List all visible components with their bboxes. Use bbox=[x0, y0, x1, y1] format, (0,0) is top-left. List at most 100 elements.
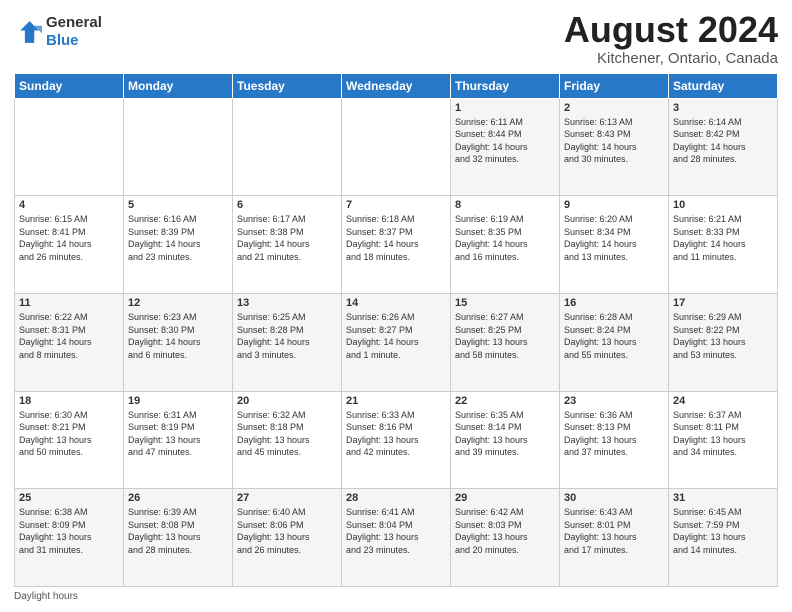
calendar-cell: 20Sunrise: 6:32 AMSunset: 8:18 PMDayligh… bbox=[233, 391, 342, 489]
day-info: Sunrise: 6:28 AMSunset: 8:24 PMDaylight:… bbox=[564, 311, 664, 361]
calendar-cell: 27 Sunrise: 6:40 AMSunset: 8:06 PMDayligh… bbox=[233, 489, 342, 587]
calendar-cell: 16Sunrise: 6:28 AMSunset: 8:24 PMDayligh… bbox=[560, 293, 669, 391]
calendar-cell: 9 Sunrise: 6:20 AMSunset: 8:34 PMDaylight… bbox=[560, 196, 669, 294]
calendar-cell bbox=[342, 98, 451, 196]
calendar-cell: 28 Sunrise: 6:41 AMSunset: 8:04 PMDayligh… bbox=[342, 489, 451, 587]
calendar-cell: 17 Sunrise: 6:29 AMSunset: 8:22 PMDayligh… bbox=[669, 293, 778, 391]
header-day: Wednesday bbox=[342, 73, 451, 98]
calendar-cell: 2Sunrise: 6:13 AMSunset: 8:43 PMDaylight… bbox=[560, 98, 669, 196]
day-number: 6 bbox=[237, 199, 337, 211]
header-day: Saturday bbox=[669, 73, 778, 98]
day-number: 13 bbox=[237, 297, 337, 309]
day-number: 30 bbox=[564, 492, 664, 504]
calendar-cell: 18 Sunrise: 6:30 AMSunset: 8:21 PMDayligh… bbox=[15, 391, 124, 489]
day-number: 28 bbox=[346, 492, 446, 504]
day-number: 4 bbox=[19, 199, 119, 211]
day-info: Sunrise: 6:37 AMSunset: 8:11 PMDaylight:… bbox=[673, 409, 773, 459]
day-number: 31 bbox=[673, 492, 773, 504]
calendar-cell bbox=[233, 98, 342, 196]
calendar-cell: 23Sunrise: 6:36 AMSunset: 8:13 PMDayligh… bbox=[560, 391, 669, 489]
day-info: Sunrise: 6:32 AMSunset: 8:18 PMDaylight:… bbox=[237, 409, 337, 459]
day-info: Sunrise: 6:20 AMSunset: 8:34 PMDaylight:… bbox=[564, 213, 664, 263]
calendar-cell: 6 Sunrise: 6:17 AMSunset: 8:38 PMDaylight… bbox=[233, 196, 342, 294]
logo: General Blue bbox=[14, 14, 102, 50]
calendar-cell: 31 Sunrise: 6:45 AMSunset: 7:59 PMDayligh… bbox=[669, 489, 778, 587]
day-info: Sunrise: 6:22 AMSunset: 8:31 PMDaylight:… bbox=[19, 311, 119, 361]
day-number: 10 bbox=[673, 199, 773, 211]
calendar-header: SundayMondayTuesdayWednesdayThursdayFrid… bbox=[15, 73, 778, 98]
header-day: Sunday bbox=[15, 73, 124, 98]
calendar-week-row: 4Sunrise: 6:15 AMSunset: 8:41 PMDaylight… bbox=[15, 196, 778, 294]
day-number: 1 bbox=[455, 102, 555, 114]
logo-text: General Blue bbox=[46, 14, 102, 50]
day-number: 2 bbox=[564, 102, 664, 114]
day-info: Sunrise: 6:11 AMSunset: 8:44 PMDaylight:… bbox=[455, 116, 555, 166]
day-info: Sunrise: 6:30 AMSunset: 8:21 PMDaylight:… bbox=[19, 409, 119, 459]
calendar-cell: 24 Sunrise: 6:37 AMSunset: 8:11 PMDayligh… bbox=[669, 391, 778, 489]
header-row: SundayMondayTuesdayWednesdayThursdayFrid… bbox=[15, 73, 778, 98]
calendar-cell: 1 Sunrise: 6:11 AMSunset: 8:44 PMDaylight… bbox=[451, 98, 560, 196]
day-info: Sunrise: 6:25 AMSunset: 8:28 PMDaylight:… bbox=[237, 311, 337, 361]
day-info: Sunrise: 6:23 AMSunset: 8:30 PMDaylight:… bbox=[128, 311, 228, 361]
day-number: 21 bbox=[346, 395, 446, 407]
day-number: 27 bbox=[237, 492, 337, 504]
calendar-cell: 10 Sunrise: 6:21 AMSunset: 8:33 PMDayligh… bbox=[669, 196, 778, 294]
header-day: Tuesday bbox=[233, 73, 342, 98]
day-number: 9 bbox=[564, 199, 664, 211]
day-number: 19 bbox=[128, 395, 228, 407]
calendar-cell: 30 Sunrise: 6:43 AMSunset: 8:01 PMDayligh… bbox=[560, 489, 669, 587]
day-number: 25 bbox=[19, 492, 119, 504]
day-number: 29 bbox=[455, 492, 555, 504]
day-info: Sunrise: 6:42 AMSunset: 8:03 PMDaylight:… bbox=[455, 506, 555, 556]
day-info: Sunrise: 6:17 AMSunset: 8:38 PMDaylight:… bbox=[237, 213, 337, 263]
day-number: 14 bbox=[346, 297, 446, 309]
calendar-week-row: 11Sunrise: 6:22 AMSunset: 8:31 PMDayligh… bbox=[15, 293, 778, 391]
calendar-cell: 5Sunrise: 6:16 AMSunset: 8:39 PMDaylight… bbox=[124, 196, 233, 294]
footer-label: Daylight hours bbox=[14, 591, 78, 602]
day-info: Sunrise: 6:39 AMSunset: 8:08 PMDaylight:… bbox=[128, 506, 228, 556]
day-info: Sunrise: 6:41 AMSunset: 8:04 PMDaylight:… bbox=[346, 506, 446, 556]
calendar-cell bbox=[124, 98, 233, 196]
header-day: Friday bbox=[560, 73, 669, 98]
calendar-cell: 29 Sunrise: 6:42 AMSunset: 8:03 PMDayligh… bbox=[451, 489, 560, 587]
location-subtitle: Kitchener, Ontario, Canada bbox=[564, 50, 778, 67]
day-info: Sunrise: 6:29 AMSunset: 8:22 PMDaylight:… bbox=[673, 311, 773, 361]
day-info: Sunrise: 6:40 AMSunset: 8:06 PMDaylight:… bbox=[237, 506, 337, 556]
top-section: General Blue August 2024 Kitchener, Onta… bbox=[14, 10, 778, 67]
day-info: Sunrise: 6:38 AMSunset: 8:09 PMDaylight:… bbox=[19, 506, 119, 556]
calendar-cell: 4Sunrise: 6:15 AMSunset: 8:41 PMDaylight… bbox=[15, 196, 124, 294]
calendar-table: SundayMondayTuesdayWednesdayThursdayFrid… bbox=[14, 73, 778, 587]
day-info: Sunrise: 6:21 AMSunset: 8:33 PMDaylight:… bbox=[673, 213, 773, 263]
day-info: Sunrise: 6:19 AMSunset: 8:35 PMDaylight:… bbox=[455, 213, 555, 263]
calendar-week-row: 25 Sunrise: 6:38 AMSunset: 8:09 PMDayligh… bbox=[15, 489, 778, 587]
calendar-cell: 13 Sunrise: 6:25 AMSunset: 8:28 PMDayligh… bbox=[233, 293, 342, 391]
day-number: 12 bbox=[128, 297, 228, 309]
day-number: 15 bbox=[455, 297, 555, 309]
calendar-cell: 19Sunrise: 6:31 AMSunset: 8:19 PMDayligh… bbox=[124, 391, 233, 489]
day-number: 5 bbox=[128, 199, 228, 211]
calendar-cell bbox=[15, 98, 124, 196]
calendar-cell: 3 Sunrise: 6:14 AMSunset: 8:42 PMDaylight… bbox=[669, 98, 778, 196]
day-info: Sunrise: 6:26 AMSunset: 8:27 PMDaylight:… bbox=[346, 311, 446, 361]
logo-line2: Blue bbox=[46, 32, 102, 50]
calendar-cell: 11Sunrise: 6:22 AMSunset: 8:31 PMDayligh… bbox=[15, 293, 124, 391]
calendar-cell: 22Sunrise: 6:35 AMSunset: 8:14 PMDayligh… bbox=[451, 391, 560, 489]
title-block: August 2024 Kitchener, Ontario, Canada bbox=[564, 10, 778, 67]
day-info: Sunrise: 6:33 AMSunset: 8:16 PMDaylight:… bbox=[346, 409, 446, 459]
day-info: Sunrise: 6:27 AMSunset: 8:25 PMDaylight:… bbox=[455, 311, 555, 361]
day-number: 8 bbox=[455, 199, 555, 211]
calendar-cell: 12 Sunrise: 6:23 AMSunset: 8:30 PMDayligh… bbox=[124, 293, 233, 391]
header-day: Monday bbox=[124, 73, 233, 98]
day-info: Sunrise: 6:45 AMSunset: 7:59 PMDaylight:… bbox=[673, 506, 773, 556]
day-number: 17 bbox=[673, 297, 773, 309]
day-info: Sunrise: 6:14 AMSunset: 8:42 PMDaylight:… bbox=[673, 116, 773, 166]
day-info: Sunrise: 6:18 AMSunset: 8:37 PMDaylight:… bbox=[346, 213, 446, 263]
day-number: 18 bbox=[19, 395, 119, 407]
day-info: Sunrise: 6:43 AMSunset: 8:01 PMDaylight:… bbox=[564, 506, 664, 556]
day-number: 7 bbox=[346, 199, 446, 211]
logo-line1: General bbox=[46, 14, 102, 31]
day-number: 3 bbox=[673, 102, 773, 114]
day-number: 24 bbox=[673, 395, 773, 407]
day-number: 26 bbox=[128, 492, 228, 504]
calendar-cell: 14 Sunrise: 6:26 AMSunset: 8:27 PMDayligh… bbox=[342, 293, 451, 391]
